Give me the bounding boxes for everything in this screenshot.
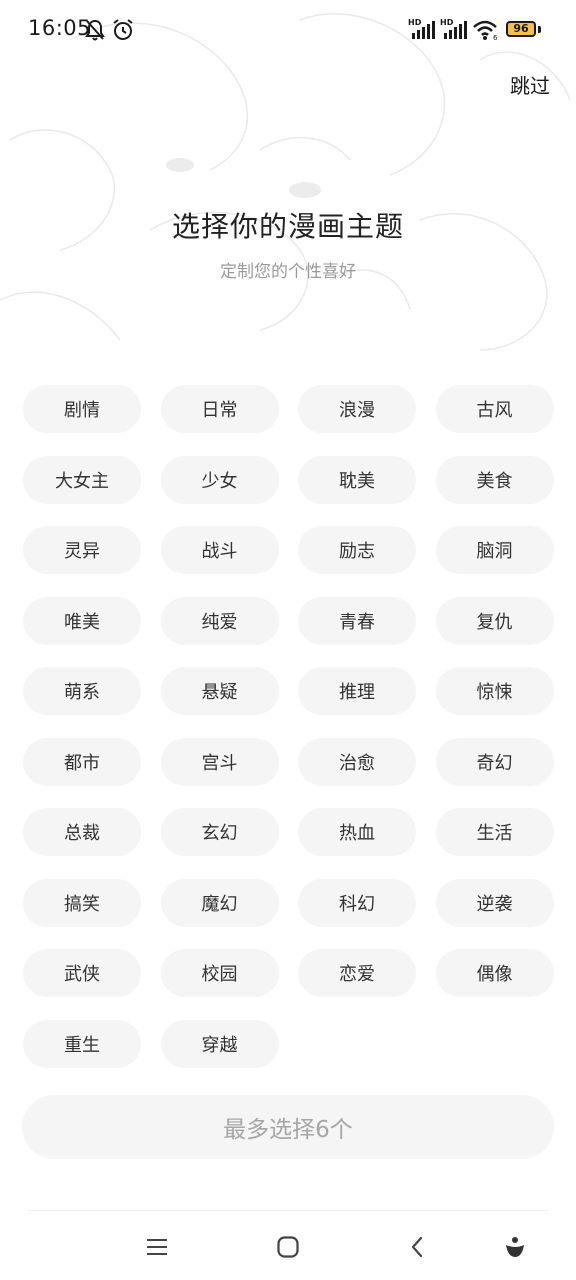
theme-tag[interactable]: 热血 (298, 808, 416, 856)
theme-tag[interactable]: 浪漫 (298, 385, 416, 433)
theme-tag[interactable]: 纯爱 (160, 596, 279, 645)
theme-tag[interactable]: 武侠 (23, 949, 141, 997)
theme-tag[interactable]: 生活 (435, 808, 554, 856)
theme-tag[interactable]: 校园 (160, 949, 279, 997)
theme-tag[interactable]: 重生 (23, 1019, 141, 1068)
theme-tag[interactable]: 灵异 (23, 526, 141, 574)
system-nav-bar (0, 1212, 576, 1280)
theme-tag[interactable]: 唯美 (23, 596, 141, 645)
hd-signal-icon: HD (408, 17, 436, 45)
status-bar: 16:05 HD HD 6 96 (0, 0, 576, 60)
page-subtitle: 定制您的个性喜好 (220, 262, 356, 282)
status-time: 16:05 (28, 16, 92, 40)
theme-tag[interactable]: 耽美 (298, 455, 416, 504)
battery-level: 96 (513, 22, 529, 35)
theme-tag[interactable]: 日常 (160, 385, 279, 433)
theme-tag[interactable]: 剧情 (23, 385, 141, 433)
theme-tag[interactable]: 魔幻 (160, 878, 279, 927)
wifi-icon: 6 (472, 18, 500, 46)
bell-off-icon (84, 18, 106, 46)
divider (28, 1210, 548, 1211)
theme-tag[interactable]: 穿越 (160, 1019, 279, 1068)
theme-tag[interactable]: 偶像 (435, 949, 554, 997)
theme-tag[interactable]: 励志 (298, 526, 416, 574)
theme-tag[interactable]: 恋爱 (298, 949, 416, 997)
theme-tag-grid: 剧情 日常 浪漫 古风 大女主 少女 耽美 美食 灵异 战斗 励志 脑洞 唯美 … (23, 385, 554, 1068)
theme-tag[interactable]: 少女 (160, 455, 279, 504)
theme-tag[interactable]: 搞笑 (23, 878, 141, 927)
theme-tag[interactable]: 逆袭 (435, 878, 554, 927)
back-icon[interactable] (401, 1230, 435, 1264)
theme-tag[interactable]: 复仇 (435, 596, 554, 645)
theme-tag[interactable]: 玄幻 (160, 808, 279, 856)
theme-tag[interactable]: 古风 (435, 385, 554, 433)
skip-button[interactable]: 跳过 (510, 70, 550, 99)
theme-tag[interactable]: 都市 (23, 737, 141, 786)
confirm-selection-button[interactable]: 最多选择6个 (22, 1095, 554, 1159)
svg-text:HD: HD (440, 18, 454, 27)
theme-tag[interactable]: 脑洞 (435, 526, 554, 574)
svg-text:6: 6 (493, 34, 498, 42)
theme-tag[interactable]: 治愈 (298, 737, 416, 786)
theme-tag[interactable]: 惊悚 (435, 667, 554, 715)
battery-cap (538, 26, 541, 33)
svg-text:HD: HD (408, 18, 422, 27)
theme-tag[interactable]: 悬疑 (160, 667, 279, 715)
menu-icon[interactable] (140, 1230, 174, 1264)
theme-tag[interactable]: 推理 (298, 667, 416, 715)
theme-tag[interactable]: 青春 (298, 596, 416, 645)
hd-signal-icon: HD (440, 17, 468, 45)
theme-tag[interactable]: 总裁 (23, 808, 141, 856)
alarm-icon (111, 18, 135, 46)
theme-tag[interactable]: 美食 (435, 455, 554, 504)
battery-icon: 96 (506, 21, 536, 37)
theme-tag[interactable]: 萌系 (23, 667, 141, 715)
theme-tag[interactable]: 奇幻 (435, 737, 554, 786)
theme-tag[interactable]: 科幻 (298, 878, 416, 927)
home-icon[interactable] (271, 1230, 305, 1264)
theme-tag[interactable]: 宫斗 (160, 737, 279, 786)
assistant-icon[interactable] (498, 1230, 532, 1264)
theme-tag[interactable]: 战斗 (160, 526, 279, 574)
page-title: 选择你的漫画主题 (171, 210, 404, 243)
theme-tag[interactable]: 大女主 (23, 455, 141, 504)
